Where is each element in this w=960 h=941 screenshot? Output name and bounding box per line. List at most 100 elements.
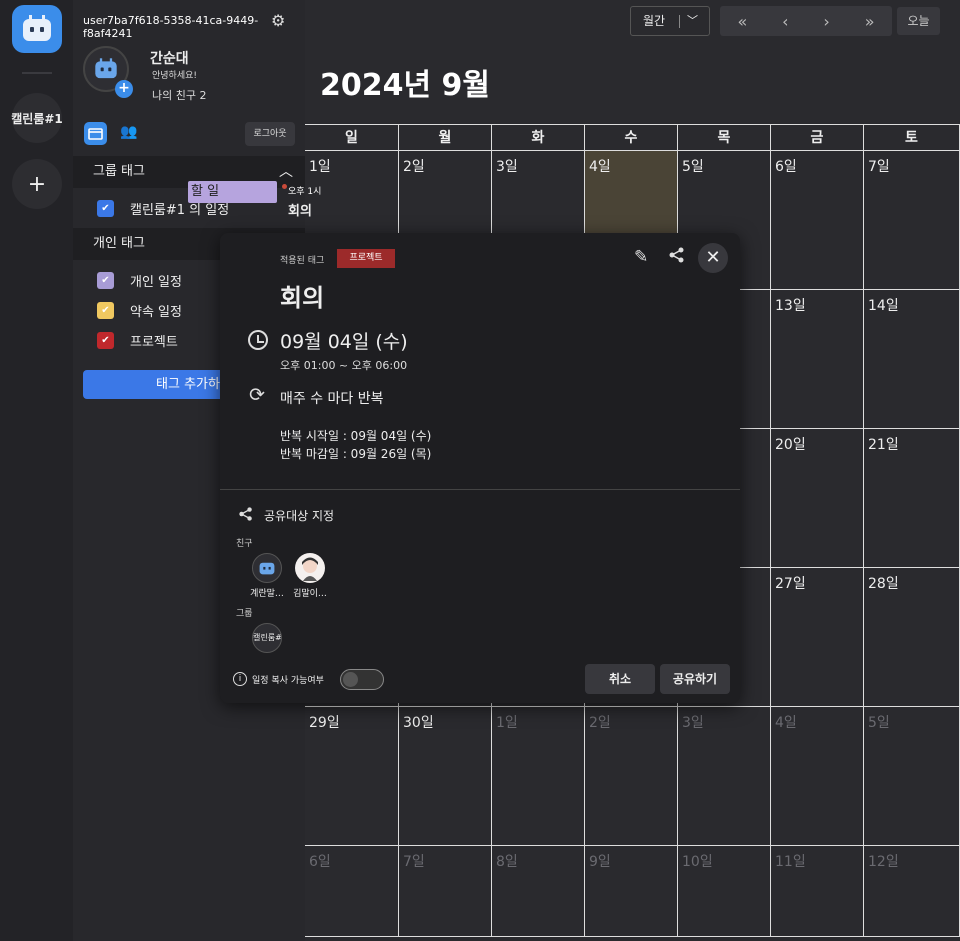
group-label: 그룹 [236, 609, 253, 619]
view-select[interactable]: 월간 ﹀ [630, 6, 710, 36]
day-cell[interactable]: 13일 [771, 290, 864, 429]
divider [220, 489, 740, 490]
event-dot [282, 184, 287, 189]
double-right-icon[interactable]: » [865, 12, 875, 31]
day-number: 20일 [775, 437, 806, 453]
day-number: 2일 [403, 159, 425, 175]
info-icon: i [233, 672, 247, 686]
day-number: 7일 [868, 159, 890, 175]
chevron-right-icon[interactable]: › [823, 12, 829, 31]
day-cell[interactable]: 3일 [678, 707, 771, 846]
day-cell[interactable]: 6일 [305, 846, 399, 937]
applied-tag-label: 적용된 태그 [280, 256, 325, 266]
day-cell[interactable]: 11일 [771, 846, 864, 937]
day-cell[interactable]: 8일 [492, 846, 585, 937]
cancel-button[interactable]: 취소 [585, 664, 655, 694]
day-cell[interactable]: 30일 [399, 707, 492, 846]
friend-item[interactable]: 김말이… [285, 553, 335, 599]
weekday-header: 금 [771, 125, 864, 151]
weekday-header: 화 [492, 125, 585, 151]
friend-name: 김말이… [293, 589, 327, 599]
day-cell[interactable]: 14일 [864, 290, 960, 429]
day-cell[interactable]: 20일 [771, 429, 864, 568]
day-cell[interactable]: 21일 [864, 429, 960, 568]
room-button[interactable]: 캘린룸#1 [11, 93, 63, 143]
event-meeting[interactable]: 회의 [288, 200, 312, 219]
group-item[interactable]: 캘린룸# [252, 623, 282, 653]
group-tag-title: 그룹 태그 [93, 164, 145, 179]
day-number: 5일 [868, 715, 890, 731]
event-time[interactable]: 오후 1시 [288, 184, 321, 197]
event-title: 회의 [280, 284, 325, 312]
chevron-left-icon[interactable]: ‹ [782, 12, 788, 31]
day-number: 28일 [868, 576, 899, 592]
robot-icon [23, 15, 51, 41]
clock-icon [248, 330, 268, 350]
divider [679, 15, 680, 28]
share-button[interactable]: 공유하기 [660, 664, 730, 694]
day-number: 11일 [775, 854, 806, 870]
personal-tag-item[interactable]: ✔ 프로젝트 [97, 331, 178, 350]
day-number: 3일 [682, 715, 704, 731]
close-icon[interactable]: ✕ [698, 243, 728, 273]
double-left-icon[interactable]: « [737, 12, 747, 31]
tag-label: 개인 일정 [130, 275, 182, 290]
day-cell[interactable]: 7일 [864, 151, 960, 290]
personal-tag-item[interactable]: ✔ 개인 일정 [97, 271, 182, 290]
friends-tab-icon[interactable]: 👥 [120, 124, 137, 140]
day-cell[interactable]: 4일 [771, 707, 864, 846]
share-target-label: 공유대상 지정 [264, 509, 335, 523]
today-button[interactable]: 오늘 [897, 7, 940, 35]
friend-count[interactable]: 나의 친구 2 [152, 87, 206, 103]
copy-permission-toggle[interactable] [340, 669, 384, 690]
robot-icon [95, 58, 117, 79]
event-detail-modal: 적용된 태그 프로젝트 ✎ ✕ 회의 09월 04일 (수) 오후 01:00 … [220, 233, 740, 703]
friends-label: 친구 [236, 539, 253, 549]
repeat-end: 반복 마감일 : 09월 26일 (목) [280, 447, 432, 461]
day-cell[interactable]: 6일 [771, 151, 864, 290]
day-number: 5일 [682, 159, 704, 175]
share-icon[interactable] [668, 246, 686, 269]
day-number: 9일 [589, 854, 611, 870]
day-cell[interactable]: 7일 [399, 846, 492, 937]
checkbox-icon[interactable]: ✔ [97, 332, 114, 349]
day-cell[interactable]: 28일 [864, 568, 960, 707]
day-number: 4일 [775, 715, 797, 731]
gear-icon[interactable]: ⚙ [271, 11, 285, 30]
tag-label: 프로젝트 [130, 335, 178, 350]
avatar [252, 553, 282, 583]
day-cell[interactable]: 5일 [864, 707, 960, 846]
day-number: 3일 [496, 159, 518, 175]
day-cell[interactable]: 2일 [585, 707, 678, 846]
chevron-down-icon: ﹀ [687, 14, 698, 27]
day-number: 27일 [775, 576, 806, 592]
day-cell[interactable]: 12일 [864, 846, 960, 937]
day-number: 1일 [309, 159, 331, 175]
personal-tag-item[interactable]: ✔ 약속 일정 [97, 301, 182, 320]
checkbox-icon[interactable]: ✔ [97, 272, 114, 289]
day-cell[interactable]: 29일 [305, 707, 399, 846]
add-room-button[interactable]: + [12, 159, 62, 209]
day-cell[interactable]: 1일 [492, 707, 585, 846]
day-number: 6일 [309, 854, 331, 870]
pencil-icon[interactable]: ✎ [634, 247, 648, 267]
day-number: 13일 [775, 298, 806, 314]
weekday-header: 일 [305, 125, 399, 151]
repeat-start: 반복 시작일 : 09월 04일 (수) [280, 429, 432, 443]
day-cell[interactable]: 10일 [678, 846, 771, 937]
calendar-tab-icon[interactable] [84, 122, 107, 145]
checkbox-icon[interactable]: ✔ [97, 200, 114, 217]
user-name: 간순대 [150, 51, 189, 67]
day-number: 10일 [682, 854, 713, 870]
event-todo[interactable]: 할 일 [188, 181, 277, 203]
logout-button[interactable]: 로그아웃 [245, 122, 295, 146]
avatar [295, 553, 325, 583]
day-cell[interactable]: 9일 [585, 846, 678, 937]
app-logo[interactable] [12, 5, 62, 53]
day-number: 21일 [868, 437, 899, 453]
change-avatar-button[interactable]: + [115, 80, 133, 98]
weekday-header: 월 [399, 125, 492, 151]
day-cell[interactable]: 27일 [771, 568, 864, 707]
checkbox-icon[interactable]: ✔ [97, 302, 114, 319]
nav-group: « ‹ › » [720, 6, 892, 36]
